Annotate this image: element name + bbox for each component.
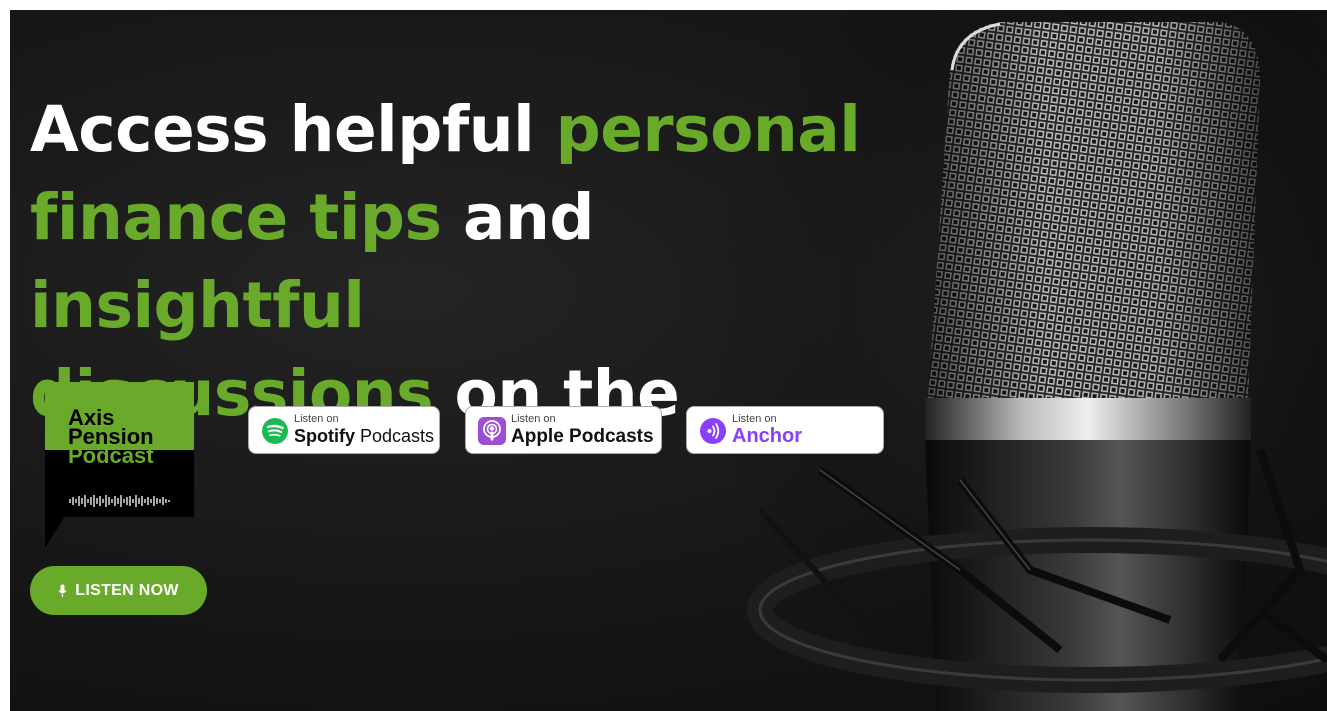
anchor-badge[interactable]: Listen on Anchor [686, 406, 884, 454]
apple-badge-caption: Listen on [511, 413, 556, 425]
spotify-badge-title: Spotify Podcasts [294, 426, 434, 447]
spotify-brand: Spotify [294, 426, 355, 446]
anchor-icon [700, 418, 726, 444]
headline-highlight-finance-tips: finance tips [30, 181, 442, 254]
spotify-podcasts-badge[interactable]: Listen on Spotify Podcasts [248, 406, 440, 454]
spotify-icon [262, 418, 288, 444]
podcast-logo: Axis Pension Podcast [45, 382, 205, 557]
headline-highlight-personal: personal [555, 93, 861, 166]
spotify-badge-caption: Listen on [294, 413, 339, 425]
logo-speech-tail [45, 516, 65, 548]
apple-podcasts-icon [478, 417, 506, 445]
microphone-icon [58, 584, 67, 597]
headline-text-1: Access helpful [30, 93, 556, 166]
logo-line-podcast: Podcast [68, 443, 154, 468]
anchor-badge-caption: Listen on [732, 413, 777, 425]
soundwave-icon [69, 495, 170, 507]
listen-now-label: LISTEN NOW [75, 581, 179, 599]
headline-text-2: and [441, 181, 594, 254]
headline-highlight-insightful: insightful [30, 269, 365, 342]
podcast-banner: Access helpful personal finance tips and… [10, 10, 1327, 711]
logo-title: Axis Pension Podcast [68, 407, 203, 468]
apple-podcasts-badge[interactable]: Listen on Apple Podcasts [465, 406, 662, 454]
apple-badge-title: Apple Podcasts [511, 426, 654, 447]
spotify-podcasts-word: Podcasts [355, 426, 435, 446]
anchor-badge-title: Anchor [732, 425, 802, 447]
listen-now-button[interactable]: LISTEN NOW [30, 566, 207, 615]
